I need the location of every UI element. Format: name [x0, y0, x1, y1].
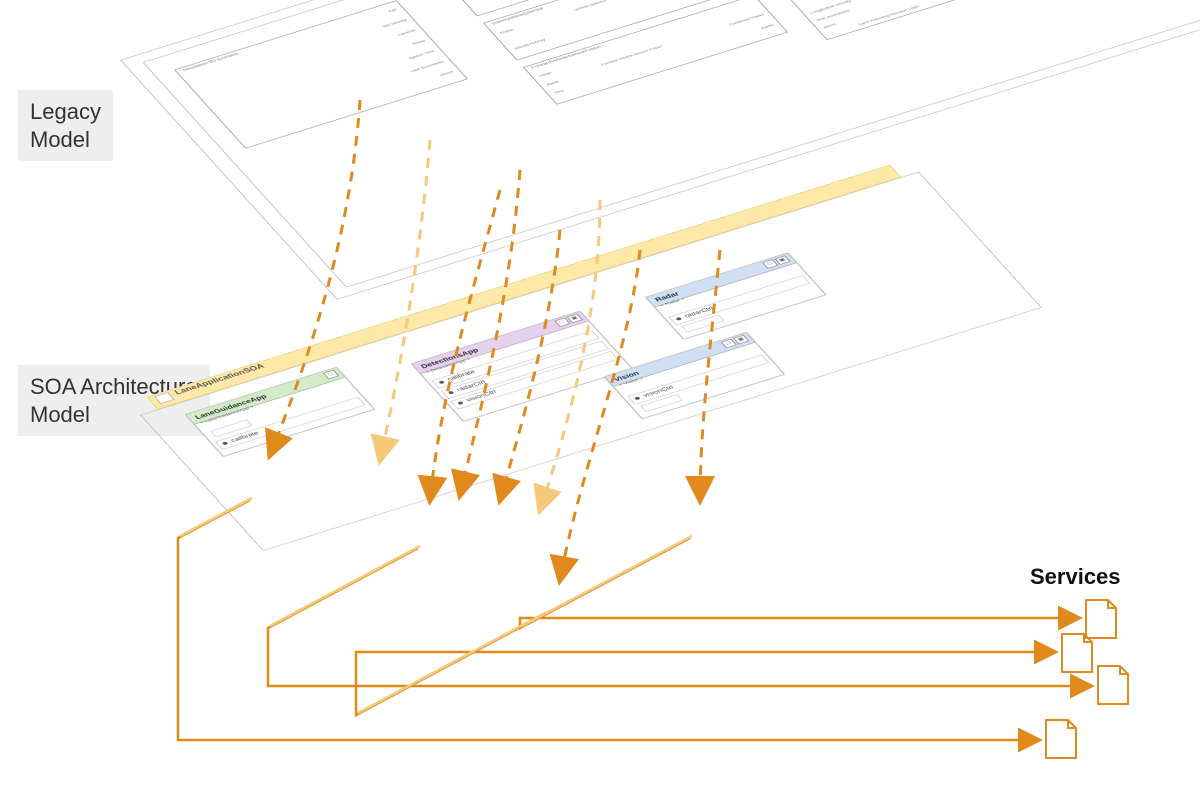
diagram-stage: Legacy Model SOA Architecture Model Serv…	[0, 0, 1200, 795]
label-legacy-model: Legacy Model	[18, 90, 113, 161]
file-icon	[1044, 718, 1078, 760]
file-icon	[1096, 664, 1130, 706]
component-icon	[154, 392, 175, 404]
file-icon	[1060, 632, 1094, 674]
label-services: Services	[1030, 564, 1121, 590]
